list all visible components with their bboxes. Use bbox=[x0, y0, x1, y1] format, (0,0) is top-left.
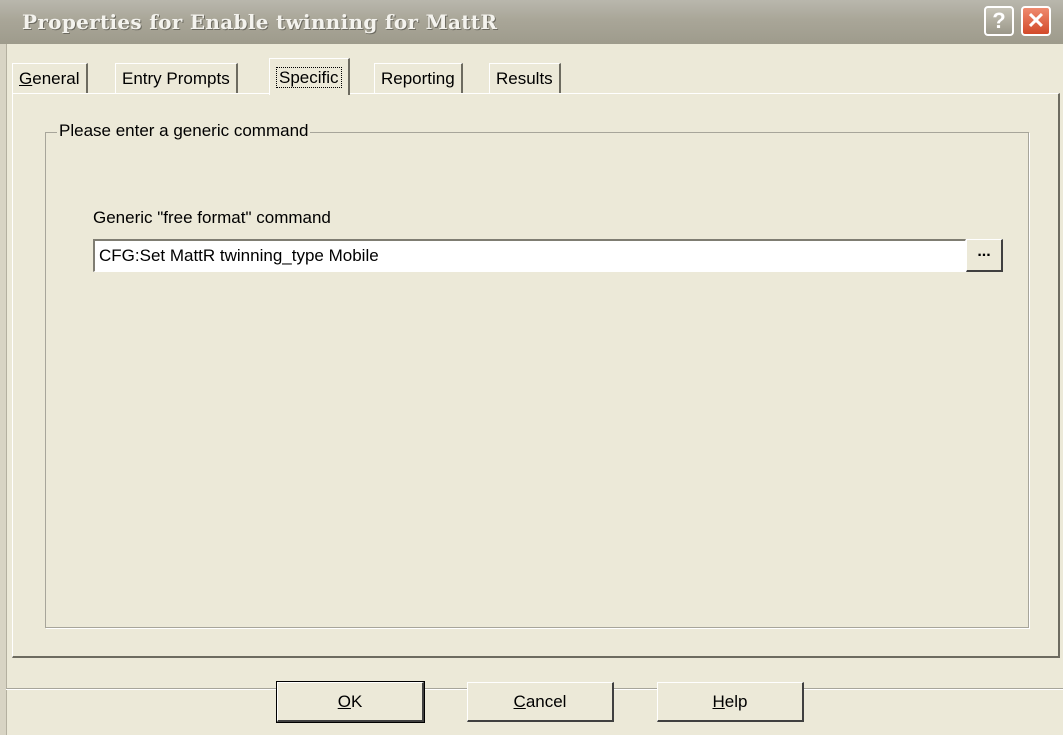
command-groupbox bbox=[45, 132, 1029, 628]
ok-label: K bbox=[350, 691, 363, 711]
tab-results[interactable]: Results bbox=[489, 63, 561, 93]
cancel-label: ancel bbox=[525, 691, 567, 711]
tab-general[interactable]: General bbox=[12, 63, 88, 93]
tab-specific-label: Specific bbox=[276, 67, 342, 88]
title-bar[interactable]: Properties for Enable twinning for MattR… bbox=[0, 0, 1063, 44]
tab-reporting[interactable]: Reporting bbox=[374, 63, 463, 93]
command-input[interactable] bbox=[93, 239, 966, 272]
specific-tab-panel: Please enter a generic command Generic "… bbox=[12, 93, 1060, 658]
tab-specific[interactable]: Specific bbox=[269, 58, 350, 95]
tab-general-label: eneral bbox=[32, 69, 80, 88]
help-title-button[interactable]: ? bbox=[984, 6, 1014, 36]
cancel-button[interactable]: Cancel bbox=[467, 682, 614, 722]
command-field-label: Generic "free format" command bbox=[93, 208, 331, 227]
tab-entry-prompts-label: Entry Prompts bbox=[122, 69, 230, 88]
ok-button[interactable]: OK bbox=[276, 681, 425, 723]
tab-results-label: Results bbox=[496, 69, 553, 88]
close-button[interactable]: ✕ bbox=[1021, 6, 1051, 36]
close-x-icon: ✕ bbox=[1026, 8, 1046, 33]
help-accesskey: H bbox=[712, 691, 725, 711]
browse-button[interactable]: ... bbox=[966, 239, 1003, 272]
help-label: elp bbox=[724, 691, 748, 711]
cancel-accesskey: C bbox=[513, 691, 526, 711]
question-mark-icon: ? bbox=[992, 8, 1006, 33]
ok-accesskey: O bbox=[337, 691, 351, 711]
tab-reporting-label: Reporting bbox=[381, 69, 455, 88]
window-left-edge bbox=[0, 44, 7, 735]
help-button[interactable]: Help bbox=[657, 682, 804, 722]
groupbox-legend: Please enter a generic command bbox=[57, 121, 311, 141]
tab-entry-prompts[interactable]: Entry Prompts bbox=[115, 63, 238, 93]
tab-general-accesskey: G bbox=[19, 69, 33, 88]
window-title: Properties for Enable twinning for MattR bbox=[22, 10, 498, 34]
